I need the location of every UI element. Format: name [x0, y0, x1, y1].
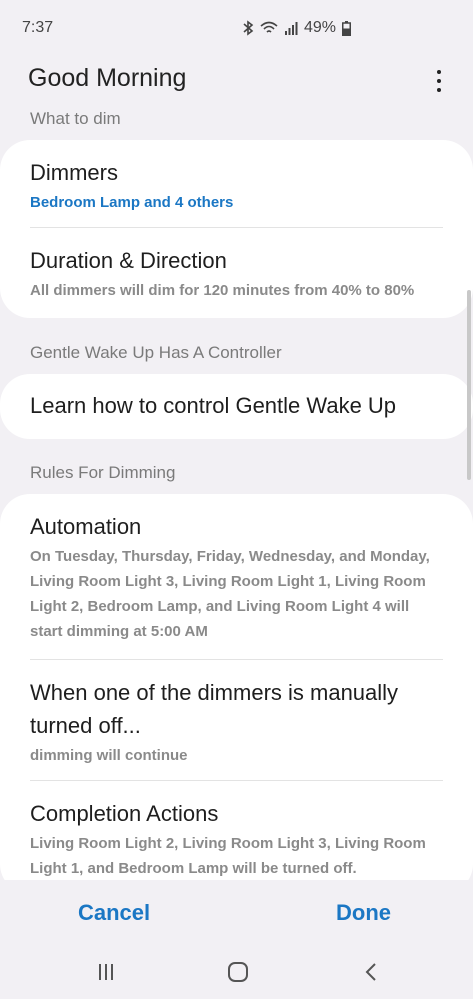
divider [30, 227, 443, 228]
completion-subtitle-line: Living Room Light 2, Living Room Light 3… [30, 835, 426, 852]
divider [30, 659, 443, 660]
automation-row[interactable]: Automation On Tuesday, Thursday, Friday,… [30, 510, 443, 644]
back-icon [365, 963, 376, 981]
recents-icon [99, 964, 113, 980]
automation-subtitle-line: Living Room Light 3, Living Room Light 1… [30, 573, 426, 590]
completion-actions-row[interactable]: Completion Actions Living Room Light 2, … [30, 797, 443, 881]
section-rules: Rules For Dimming [30, 463, 176, 482]
controller-card: Learn how to control Gentle Wake Up [0, 374, 473, 439]
duration-title: Duration & Direction [30, 248, 227, 273]
completion-title: Completion Actions [30, 801, 219, 826]
duration-direction-row[interactable]: Duration & Direction All dimmers will di… [30, 244, 443, 303]
more-vert-dot [437, 79, 441, 83]
what-to-dim-card: Dimmers Bedroom Lamp and 4 others Durati… [0, 140, 473, 318]
signal-icon [284, 22, 298, 35]
automation-subtitle-line: start dimming at 5:00 AM [30, 623, 208, 640]
rules-card: Automation On Tuesday, Thursday, Friday,… [0, 494, 473, 894]
dimmers-title: Dimmers [30, 160, 118, 185]
home-icon [228, 962, 248, 982]
section-controller: Gentle Wake Up Has A Controller [30, 343, 282, 362]
status-time: 7:37 [22, 19, 54, 36]
completion-subtitle-line: Light 1, and Bedroom Lamp will be turned… [30, 860, 357, 877]
manual-off-subtitle: dimming will continue [30, 747, 188, 764]
bluetooth-icon [243, 20, 254, 36]
done-button[interactable]: Done [336, 900, 391, 926]
automation-subtitle-line: Light 2, Bedroom Lamp, and Living Room L… [30, 598, 410, 615]
back-button[interactable] [358, 959, 384, 985]
more-options-button[interactable] [431, 70, 447, 92]
learn-title: Learn how to control Gentle Wake Up [30, 393, 397, 418]
learn-controller-row[interactable]: Learn how to control Gentle Wake Up [30, 389, 443, 422]
recents-button[interactable] [93, 959, 119, 985]
status-bar: 7:37 49% [0, 0, 473, 58]
dimmers-subtitle: Bedroom Lamp and 4 others [30, 194, 234, 211]
wifi-icon [260, 21, 278, 33]
more-vert-dot [437, 88, 441, 92]
home-button[interactable] [225, 959, 251, 985]
manual-off-title-line: turned off... [30, 713, 141, 738]
automation-title: Automation [30, 514, 142, 539]
manual-off-title-line: When one of the dimmers is manually [30, 680, 399, 705]
cancel-button[interactable]: Cancel [78, 900, 150, 926]
page-title: Good Morning [28, 64, 187, 92]
more-vert-icon [437, 70, 441, 74]
bottom-actions: Cancel Done [0, 880, 473, 945]
system-nav-bar [0, 945, 473, 999]
divider [30, 780, 443, 781]
battery-icon [342, 20, 351, 36]
status-icons: 49% [242, 19, 351, 37]
battery-percent: 49% [303, 19, 336, 36]
automation-subtitle-line: On Tuesday, Thursday, Friday, Wednesday,… [30, 548, 430, 565]
scrollbar[interactable] [467, 290, 471, 480]
app-header: Good Morning [0, 60, 473, 100]
duration-subtitle: All dimmers will dim for 120 minutes fro… [30, 282, 415, 299]
dimmers-row[interactable]: Dimmers Bedroom Lamp and 4 others [30, 156, 443, 215]
section-what-to-dim: What to dim [30, 109, 121, 128]
manual-off-row[interactable]: When one of the dimmers is manually turn… [30, 676, 443, 768]
